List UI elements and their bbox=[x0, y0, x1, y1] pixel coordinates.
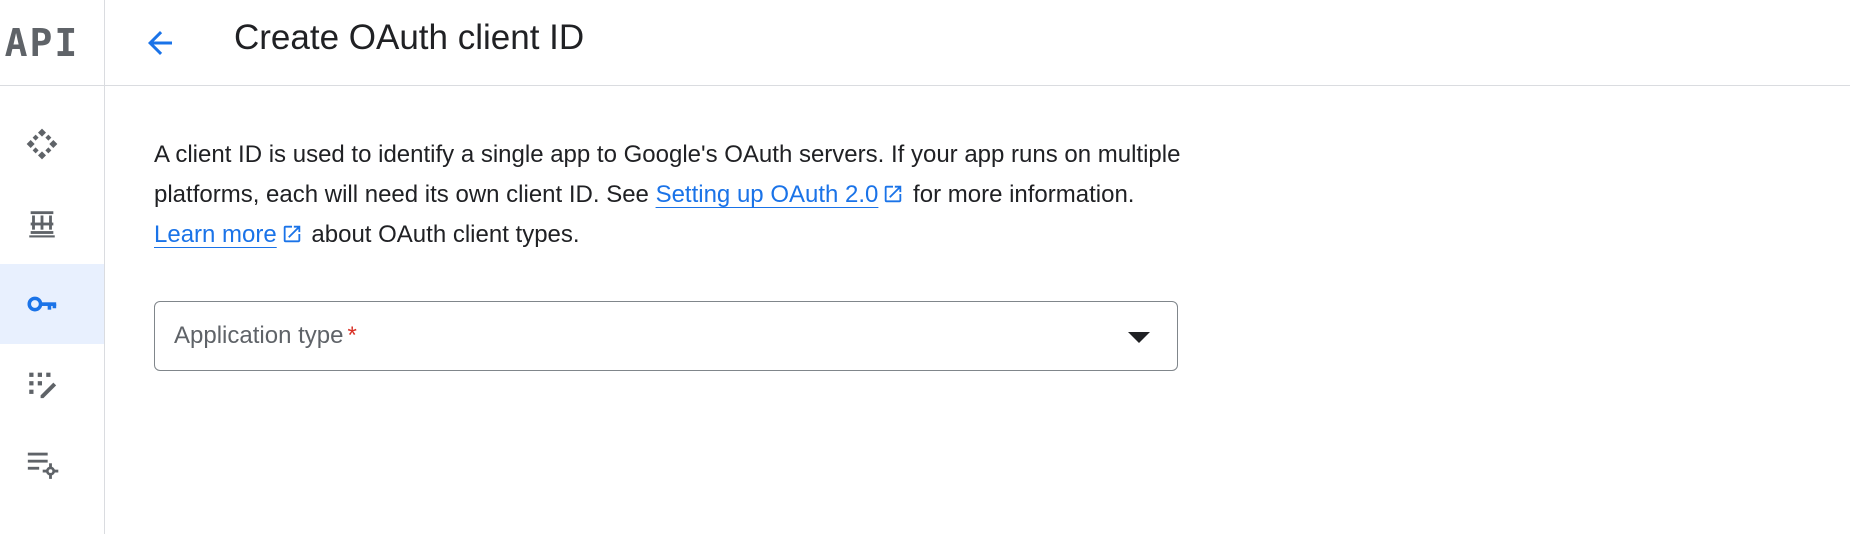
consent-screen-icon bbox=[29, 372, 57, 399]
main-content: A client ID is used to identify a single… bbox=[154, 135, 1194, 371]
required-asterisk: * bbox=[347, 322, 357, 349]
library-icon bbox=[29, 211, 55, 238]
intro-text-3: about OAuth client types. bbox=[304, 221, 580, 248]
page-title: Create OAuth client ID bbox=[234, 18, 585, 57]
learn-more-link[interactable]: Learn more bbox=[154, 221, 277, 248]
intro-text-2: for more information. bbox=[906, 181, 1135, 208]
rail-item-library[interactable] bbox=[0, 184, 104, 264]
arrow-back-icon bbox=[148, 31, 172, 55]
application-type-label: Application type * bbox=[174, 321, 357, 351]
api-logo-text: API bbox=[4, 20, 80, 65]
services-diamond-icon bbox=[26, 128, 58, 160]
application-type-label-text: Application type bbox=[174, 322, 344, 349]
page-header: Create OAuth client ID bbox=[105, 0, 1850, 86]
dropdown-arrow-icon[interactable] bbox=[1128, 332, 1150, 343]
rail-item-oauth-consent[interactable] bbox=[0, 344, 104, 424]
api-logo[interactable]: API bbox=[0, 0, 104, 86]
back-button[interactable] bbox=[135, 18, 185, 68]
intro-paragraph: A client ID is used to identify a single… bbox=[154, 135, 1194, 255]
app: API Create OAuth client ID A client ID i… bbox=[0, 0, 1850, 534]
key-icon bbox=[27, 296, 57, 312]
page-settings-icon bbox=[27, 452, 59, 479]
rail-item-enabled-apis[interactable] bbox=[0, 104, 104, 184]
application-type-select[interactable]: Application type * bbox=[154, 301, 1178, 371]
left-nav-rail: API bbox=[0, 0, 105, 534]
external-link-icon[interactable] bbox=[281, 223, 303, 245]
external-link-icon[interactable] bbox=[882, 183, 904, 205]
rail-item-credentials[interactable] bbox=[0, 264, 104, 344]
rail-item-page-usage[interactable] bbox=[0, 424, 104, 504]
setting-up-oauth-link[interactable]: Setting up OAuth 2.0 bbox=[656, 181, 879, 208]
